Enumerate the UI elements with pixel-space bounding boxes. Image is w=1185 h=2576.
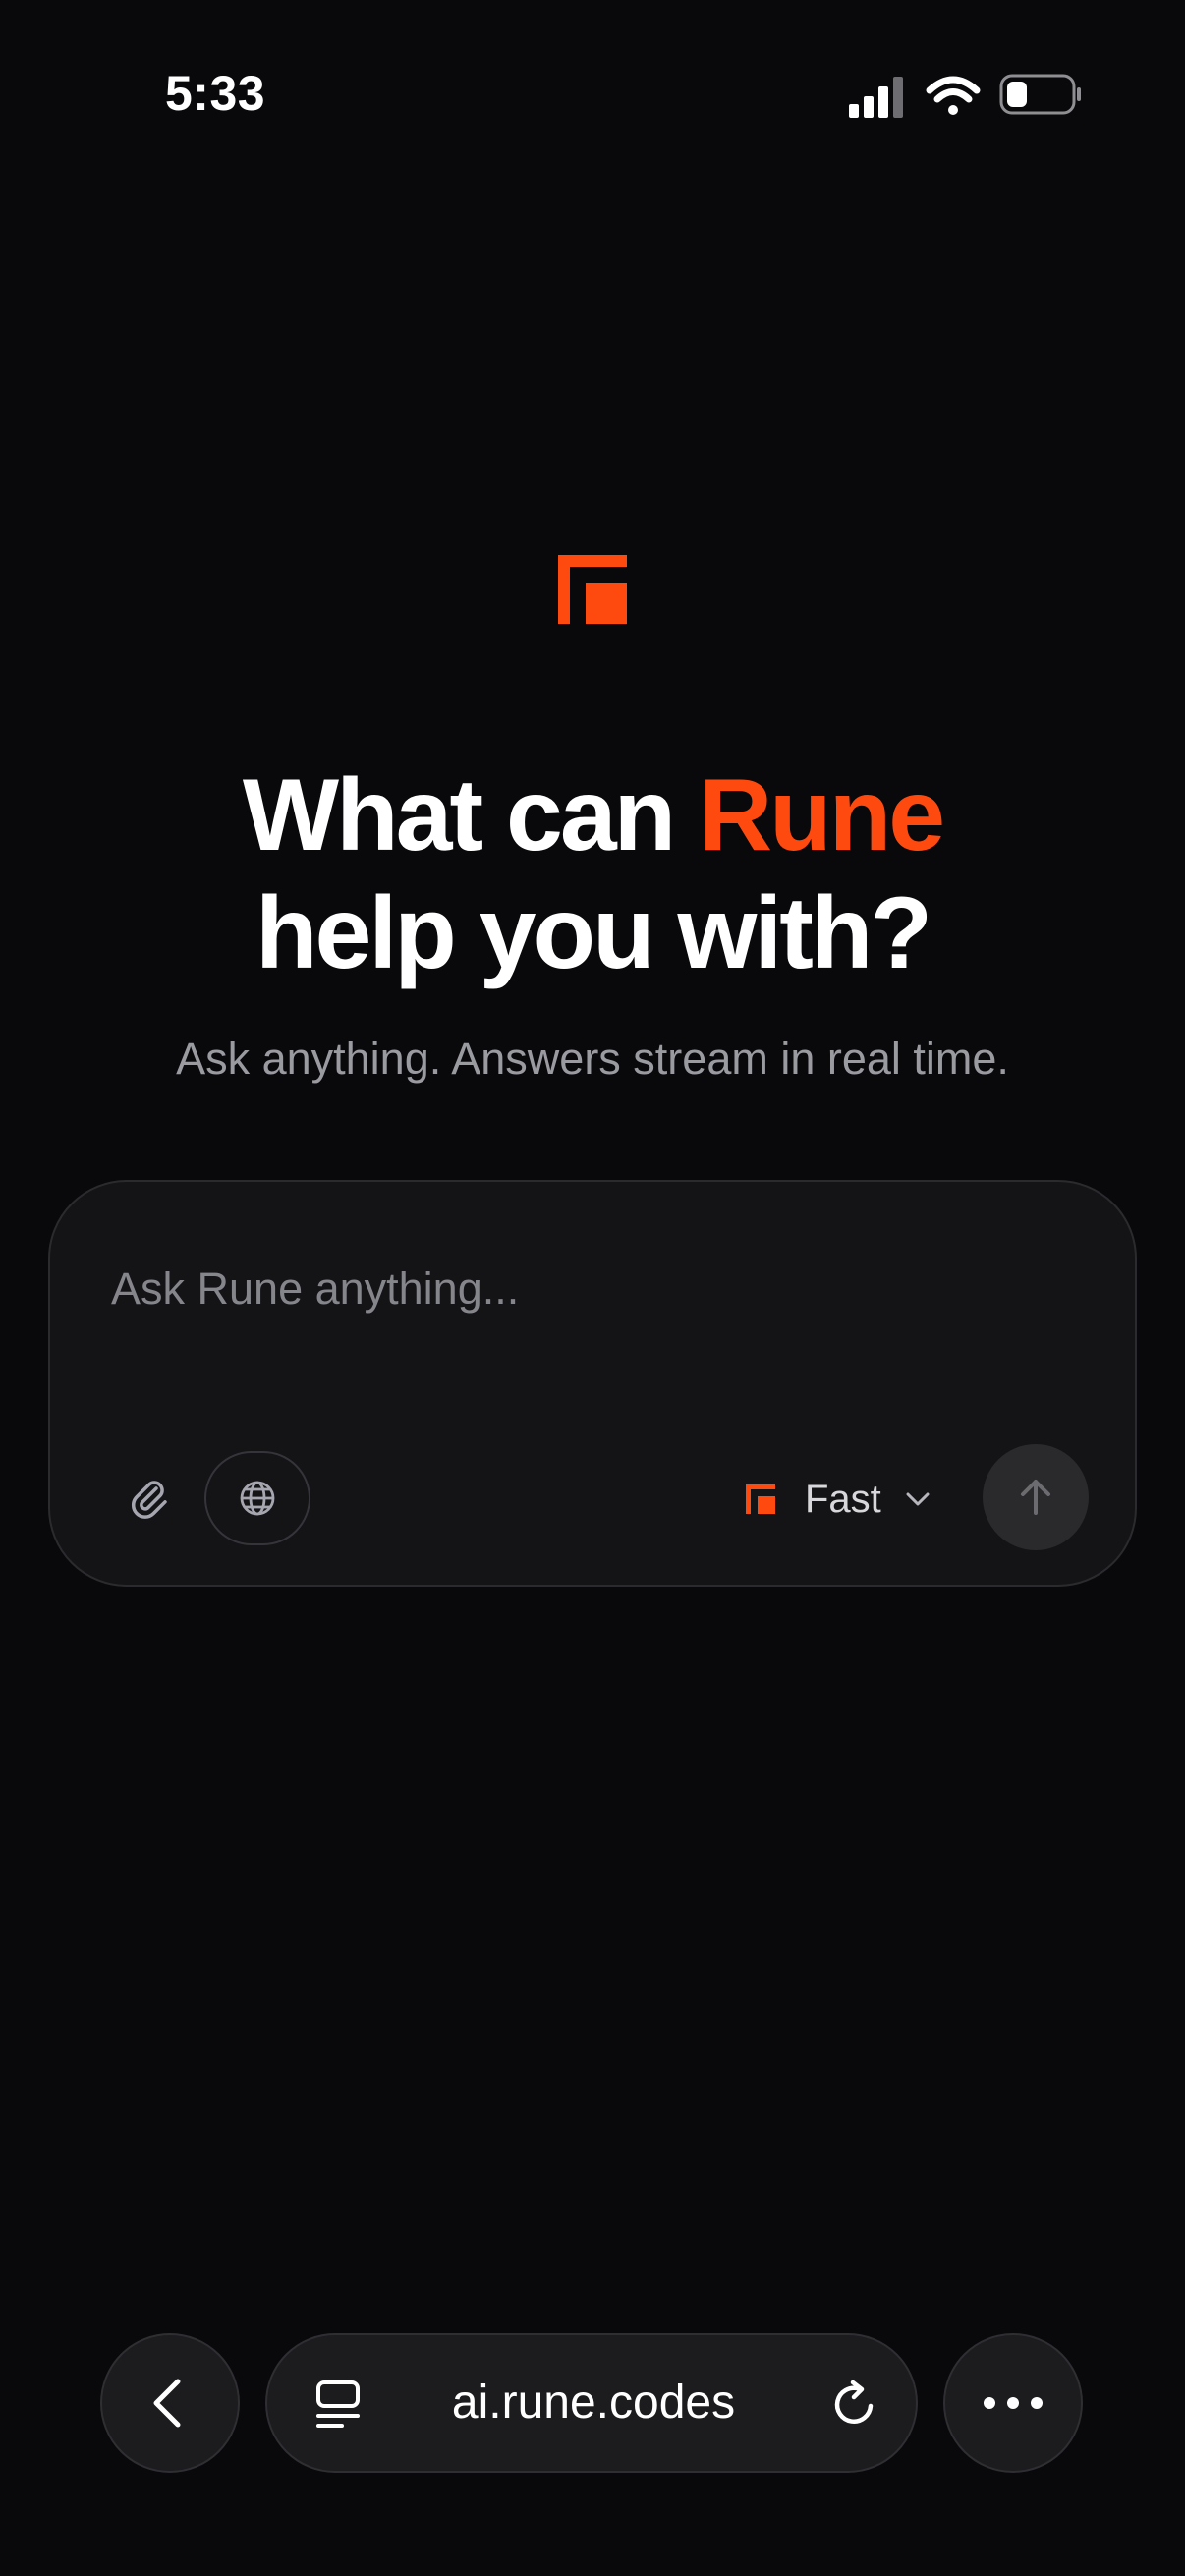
prompt-input[interactable] <box>111 1255 1054 1323</box>
model-label: Fast <box>805 1477 881 1521</box>
browser-more-button[interactable] <box>943 2333 1083 2473</box>
chevron-left-icon <box>153 2379 181 2428</box>
status-icons <box>849 74 1081 118</box>
rune-logo-icon <box>558 555 627 624</box>
page: 5:33 What can Rune help you with? Ask an… <box>0 0 1185 2576</box>
rune-model-icon <box>746 1484 775 1514</box>
model-selector[interactable]: Fast <box>746 1459 932 1540</box>
composer-card: Fast <box>48 1180 1137 1587</box>
web-search-button[interactable] <box>204 1451 310 1545</box>
headline-line-1: What can Rune <box>0 756 1185 874</box>
status-time: 5:33 <box>165 66 266 121</box>
browser-back-button[interactable] <box>100 2333 240 2473</box>
reload-icon[interactable] <box>829 2379 880 2430</box>
globe-icon <box>240 1481 275 1516</box>
send-button[interactable] <box>983 1444 1089 1550</box>
address-bar[interactable]: ai.rune.codes <box>265 2333 918 2473</box>
headline-line-2: help you with? <box>255 876 932 990</box>
chevron-down-icon <box>906 1492 930 1506</box>
hero-headline: What can Rune help you with? <box>0 756 1185 992</box>
headline-brand: Rune <box>699 758 945 872</box>
hero-subtitle: Ask anything. Answers stream in real tim… <box>176 1034 1009 1084</box>
wifi-icon <box>926 76 981 115</box>
battery-icon <box>999 74 1081 115</box>
headline-text: What can <box>242 758 700 872</box>
paperclip-icon <box>132 1481 167 1519</box>
url-text[interactable]: ai.rune.codes <box>267 2335 920 2471</box>
attach-button[interactable] <box>113 1463 186 1536</box>
more-icon <box>984 2397 1043 2409</box>
arrow-up-icon <box>1021 1480 1050 1515</box>
cellular-signal-icon <box>849 77 903 118</box>
